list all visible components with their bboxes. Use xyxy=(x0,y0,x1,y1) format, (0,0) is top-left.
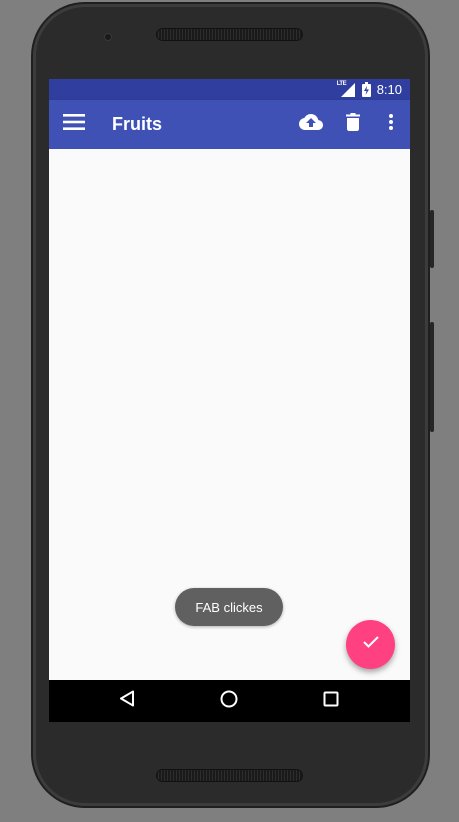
cloud-upload-icon xyxy=(299,113,323,136)
status-time: 8:10 xyxy=(376,82,402,97)
home-circle-icon xyxy=(220,690,238,713)
more-vert-icon xyxy=(389,114,393,135)
check-icon xyxy=(362,635,380,654)
delete-icon xyxy=(346,113,360,136)
toast-message: FAB clickes xyxy=(175,588,283,626)
signal-icon: LTE xyxy=(336,80,356,97)
bottom-speaker xyxy=(156,769,303,782)
battery-charging-icon xyxy=(361,82,371,97)
back-triangle-icon xyxy=(119,690,135,712)
front-camera xyxy=(104,33,112,41)
nav-home-button[interactable] xyxy=(199,680,259,722)
toast-text: FAB clickes xyxy=(195,599,263,615)
overflow-menu-button[interactable] xyxy=(379,100,403,149)
menu-icon xyxy=(63,114,85,135)
system-nav-bar xyxy=(49,680,410,722)
phone-frame: LTE 8:10 Fruits FAB clickes xyxy=(33,4,434,806)
recents-square-icon xyxy=(323,691,339,712)
network-type-label: LTE xyxy=(336,80,347,87)
nav-back-button[interactable] xyxy=(97,680,157,722)
fab-button[interactable] xyxy=(346,620,395,669)
status-bar: LTE 8:10 xyxy=(49,79,410,100)
app-bar: Fruits xyxy=(49,100,410,149)
screen: LTE 8:10 Fruits FAB clickes xyxy=(49,79,410,722)
power-button xyxy=(430,210,434,268)
top-speaker xyxy=(156,28,303,41)
app-title: Fruits xyxy=(112,114,163,134)
volume-button xyxy=(430,322,434,432)
nav-recents-button[interactable] xyxy=(301,680,361,722)
upload-button[interactable] xyxy=(297,100,325,149)
delete-button[interactable] xyxy=(339,100,367,149)
menu-button[interactable] xyxy=(57,100,91,149)
